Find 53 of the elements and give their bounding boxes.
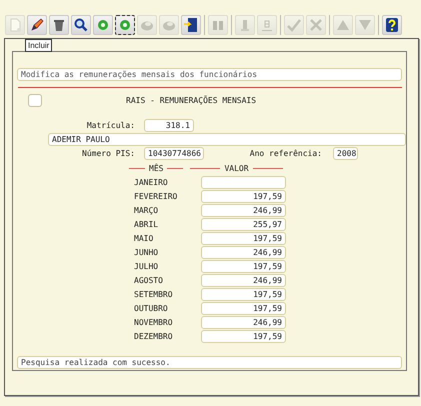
month-label: OUTUBRO [134,304,169,313]
cross-icon [308,17,324,33]
value-field[interactable]: 246,99 [201,316,286,329]
tooltip: Incluir [25,39,52,52]
month-label: SETEMBRO [134,290,174,299]
status-message: Pesquisa realizada com sucesso. [17,356,402,369]
month-label: NOVEMBRO [134,318,174,327]
month-label: DEZEMBRO [134,332,174,341]
month-label: ABRIL [134,220,160,229]
field-label: Número PIS: [81,148,135,158]
trash-icon [51,17,67,33]
month-label: JUNHO [134,248,160,257]
matricula-field[interactable]: 318.1 [144,118,194,132]
checkbox[interactable] [28,94,42,106]
value-field[interactable]: 255,97 [201,218,286,231]
field-label: Matrícula: [86,120,135,130]
value-field[interactable]: 197,59 [201,232,286,245]
month-label: JANEIRO [134,178,169,187]
pis-field[interactable]: 10430774866 [144,146,204,160]
column-header: MÊS [129,164,184,172]
circle-icon [117,17,133,33]
value-field[interactable]: 197,59 [201,260,286,273]
month-label: MARÇO [134,206,160,215]
search-icon [73,17,89,33]
month-label: FEVEREIRO [134,192,178,201]
value-field[interactable]: 246,99 [201,274,286,287]
help-icon [384,17,400,33]
door-icon [183,17,199,33]
check-icon [286,17,302,33]
description-field: Modifica as remunerações mensais dos funcionários [17,68,402,81]
month-label: MAIO [134,234,154,243]
toolbar-button[interactable] [49,15,69,35]
pencil-icon [29,17,45,33]
form-title: RAIS - REMUNERAÇÕES MENSAIS [126,96,256,104]
value-field[interactable]: 197,59 [201,288,286,301]
toolbar-button[interactable] [71,15,91,35]
value-field[interactable] [201,176,286,189]
value-field[interactable]: 246,99 [201,246,286,259]
year-field[interactable]: 2008 [333,146,358,160]
toolbar-button[interactable] [115,15,135,35]
name-field[interactable]: ADEMIR PAULO [48,133,406,146]
month-label: JULHO [134,262,160,271]
value-field[interactable]: 246,99 [201,204,286,217]
value-field[interactable]: 197,59 [201,330,286,343]
value-field[interactable]: 197,59 [201,302,286,315]
toolbar-button[interactable] [382,15,402,35]
column-header: VALOR [190,164,283,172]
month-label: AGOSTO [134,276,164,285]
field-label: Ano referência: [248,148,322,158]
value-field[interactable]: 197,59 [201,190,286,203]
toolbar-button[interactable] [181,15,201,35]
toolbar-button[interactable] [27,15,47,35]
circle-icon [95,17,111,33]
